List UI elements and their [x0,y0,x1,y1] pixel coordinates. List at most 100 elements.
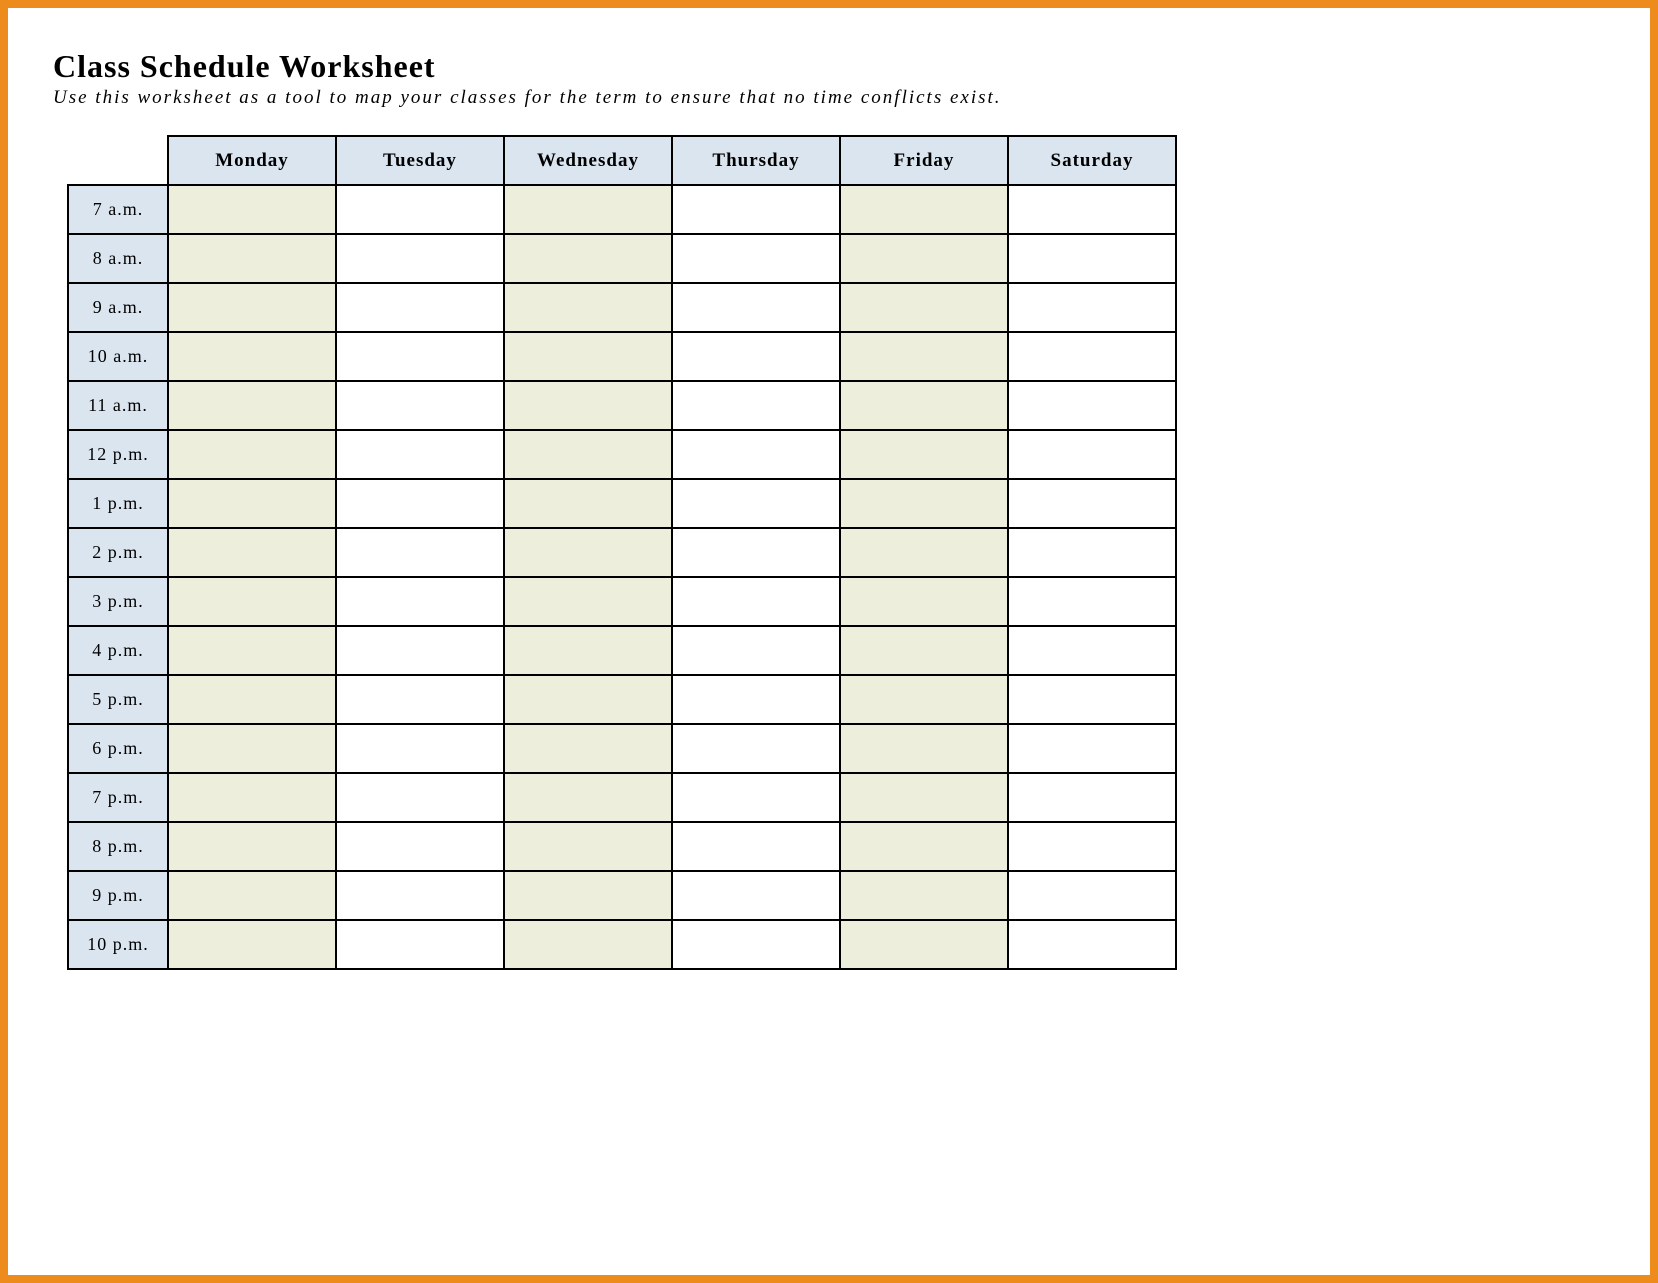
schedule-slot[interactable] [504,283,672,332]
schedule-slot[interactable] [168,626,336,675]
schedule-slot[interactable] [672,185,840,234]
schedule-slot[interactable] [504,381,672,430]
schedule-slot[interactable] [1008,528,1176,577]
schedule-slot[interactable] [840,577,1008,626]
schedule-slot[interactable] [672,283,840,332]
schedule-slot[interactable] [336,773,504,822]
schedule-slot[interactable] [672,332,840,381]
schedule-slot[interactable] [168,577,336,626]
schedule-slot[interactable] [1008,920,1176,969]
schedule-slot[interactable] [1008,675,1176,724]
schedule-slot[interactable] [336,332,504,381]
schedule-slot[interactable] [504,332,672,381]
schedule-slot[interactable] [840,234,1008,283]
schedule-slot[interactable] [1008,283,1176,332]
schedule-slot[interactable] [336,724,504,773]
schedule-slot[interactable] [504,234,672,283]
schedule-slot[interactable] [504,920,672,969]
table-row: 6 p.m. [68,724,1176,773]
schedule-slot[interactable] [504,528,672,577]
schedule-slot[interactable] [504,871,672,920]
schedule-slot[interactable] [1008,479,1176,528]
schedule-slot[interactable] [1008,332,1176,381]
schedule-slot[interactable] [1008,234,1176,283]
schedule-slot[interactable] [840,332,1008,381]
schedule-slot[interactable] [336,675,504,724]
schedule-slot[interactable] [840,822,1008,871]
schedule-slot[interactable] [504,479,672,528]
schedule-slot[interactable] [1008,430,1176,479]
schedule-slot[interactable] [168,185,336,234]
schedule-slot[interactable] [840,479,1008,528]
schedule-slot[interactable] [672,675,840,724]
schedule-slot[interactable] [504,430,672,479]
schedule-slot[interactable] [168,528,336,577]
schedule-slot[interactable] [336,822,504,871]
schedule-slot[interactable] [168,773,336,822]
schedule-slot[interactable] [336,479,504,528]
schedule-slot[interactable] [168,871,336,920]
schedule-slot[interactable] [504,185,672,234]
schedule-slot[interactable] [168,381,336,430]
schedule-slot[interactable] [168,332,336,381]
schedule-slot[interactable] [672,577,840,626]
schedule-slot[interactable] [168,724,336,773]
schedule-slot[interactable] [672,479,840,528]
schedule-slot[interactable] [336,871,504,920]
schedule-slot[interactable] [504,626,672,675]
schedule-slot[interactable] [1008,871,1176,920]
schedule-slot[interactable] [840,626,1008,675]
schedule-slot[interactable] [672,381,840,430]
schedule-slot[interactable] [504,675,672,724]
time-label: 5 p.m. [68,675,168,724]
schedule-slot[interactable] [840,724,1008,773]
schedule-slot[interactable] [168,675,336,724]
schedule-slot[interactable] [840,528,1008,577]
schedule-slot[interactable] [840,920,1008,969]
schedule-slot[interactable] [336,381,504,430]
schedule-slot[interactable] [840,283,1008,332]
schedule-slot[interactable] [336,430,504,479]
schedule-slot[interactable] [168,479,336,528]
schedule-slot[interactable] [672,724,840,773]
schedule-slot[interactable] [1008,773,1176,822]
schedule-slot[interactable] [672,528,840,577]
schedule-slot[interactable] [1008,626,1176,675]
schedule-slot[interactable] [504,822,672,871]
schedule-slot[interactable] [672,920,840,969]
schedule-slot[interactable] [672,871,840,920]
schedule-slot[interactable] [1008,185,1176,234]
schedule-slot[interactable] [168,822,336,871]
schedule-slot[interactable] [1008,577,1176,626]
schedule-slot[interactable] [336,234,504,283]
schedule-slot[interactable] [336,528,504,577]
schedule-slot[interactable] [504,773,672,822]
schedule-slot[interactable] [840,675,1008,724]
schedule-slot[interactable] [840,871,1008,920]
schedule-slot[interactable] [336,920,504,969]
schedule-slot[interactable] [168,283,336,332]
schedule-slot[interactable] [168,920,336,969]
schedule-slot[interactable] [504,577,672,626]
schedule-slot[interactable] [336,626,504,675]
schedule-slot[interactable] [840,430,1008,479]
schedule-slot[interactable] [840,185,1008,234]
schedule-slot[interactable] [1008,381,1176,430]
schedule-slot[interactable] [168,430,336,479]
schedule-slot[interactable] [672,626,840,675]
schedule-slot[interactable] [336,577,504,626]
schedule-slot[interactable] [1008,724,1176,773]
schedule-slot[interactable] [336,185,504,234]
table-row: 10 p.m. [68,920,1176,969]
schedule-slot[interactable] [672,822,840,871]
table-row: 2 p.m. [68,528,1176,577]
schedule-slot[interactable] [840,381,1008,430]
schedule-slot[interactable] [1008,822,1176,871]
schedule-slot[interactable] [672,773,840,822]
schedule-slot[interactable] [168,234,336,283]
schedule-slot[interactable] [336,283,504,332]
schedule-slot[interactable] [672,234,840,283]
schedule-slot[interactable] [504,724,672,773]
schedule-slot[interactable] [840,773,1008,822]
schedule-slot[interactable] [672,430,840,479]
